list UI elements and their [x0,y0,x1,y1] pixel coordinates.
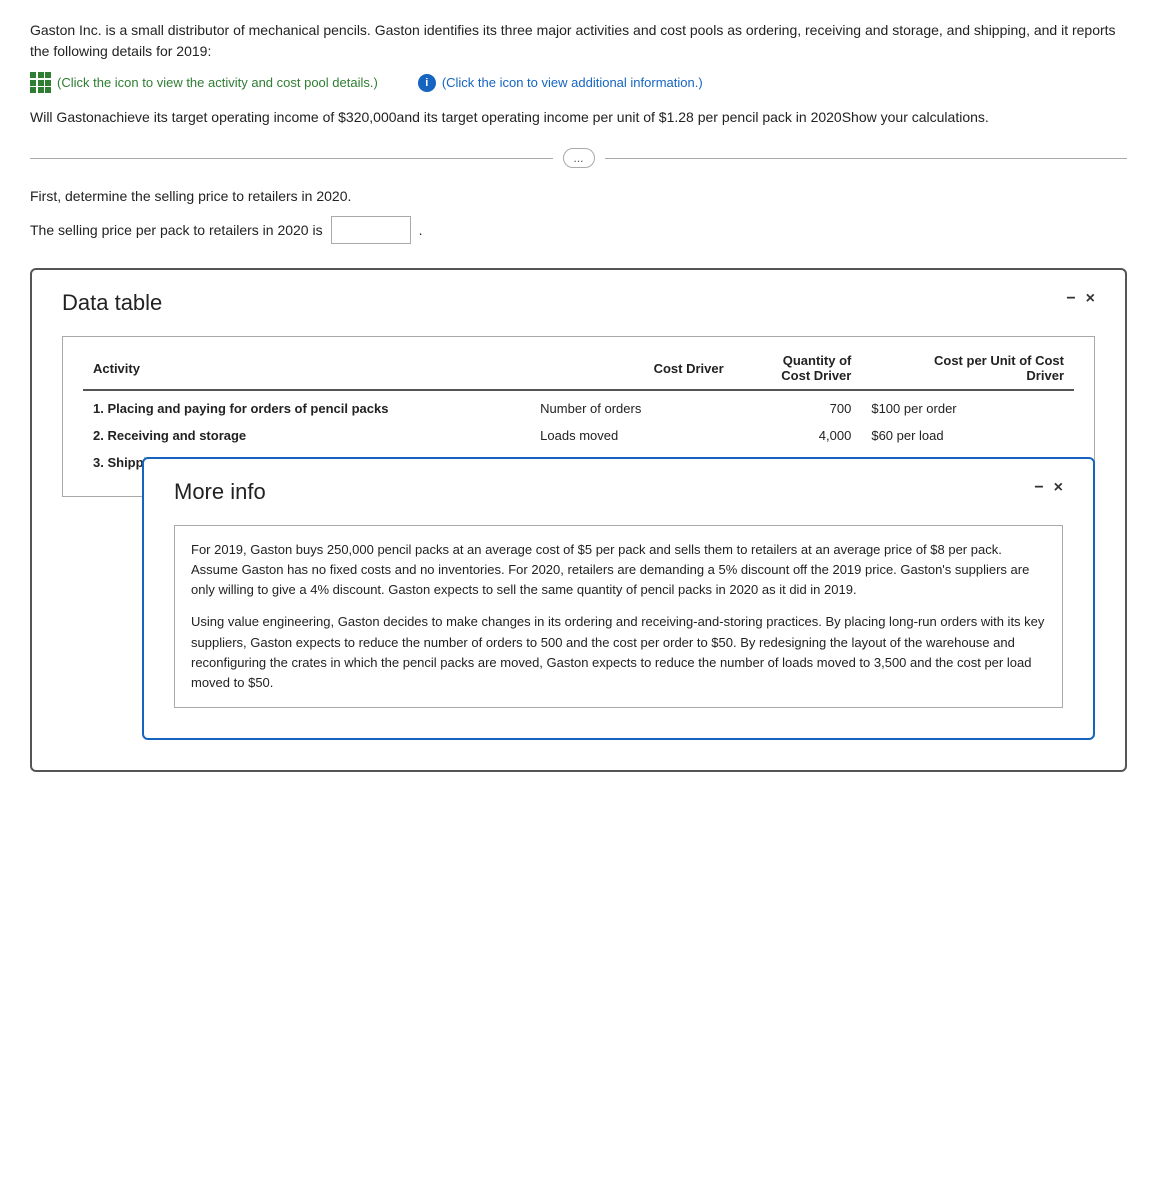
grid-icon-link[interactable]: (Click the icon to view the activity and… [30,72,378,93]
data-table-close-button[interactable]: × [1086,290,1095,308]
selling-price-input[interactable] [331,216,411,244]
question-text: Will Gastonachieve its target operating … [30,107,1127,128]
table-row: 2. Receiving and storage Loads moved 4,0… [83,422,1074,449]
icon-row: (Click the icon to view the activity and… [30,72,1127,93]
section-label: First, determine the selling price to re… [30,188,1127,204]
selling-price-suffix: . [419,222,423,238]
data-table-minimize-button[interactable]: − [1066,290,1075,308]
table-row: 1. Placing and paying for orders of penc… [83,390,1074,422]
divider-row: ... [30,148,1127,168]
cost-driver-1: Number of orders [530,390,734,422]
info-icon-label: (Click the icon to view additional infor… [442,75,703,90]
activity-2: 2. Receiving and storage [83,422,530,449]
more-info-modal: More info − × For 2019, Gaston buys 250,… [142,457,1095,740]
divider-left [30,158,553,159]
question-body: Will Gastonachieve its target operating … [30,109,989,125]
more-info-paragraph-1: For 2019, Gaston buys 250,000 pencil pac… [191,540,1046,600]
more-info-paragraph-2: Using value engineering, Gaston decides … [191,612,1046,693]
more-info-modal-controls: − × [1034,479,1063,497]
divider-right [605,158,1128,159]
data-table-modal: Data table − × Activity Cost Driver Quan… [30,268,1127,772]
cost-driver-2: Loads moved [530,422,734,449]
cost-per-unit-2: $60 per load [861,422,1074,449]
grid-icon[interactable] [30,72,51,93]
col-header-cost-per-unit: Cost per Unit of CostDriver [861,347,1074,390]
quantity-2: 4,000 [734,422,862,449]
more-info-minimize-button[interactable]: − [1034,479,1043,497]
selling-price-label: The selling price per pack to retailers … [30,222,323,238]
data-table-modal-title: Data table [62,290,162,316]
col-header-cost-driver: Cost Driver [530,347,734,390]
activity-2-text: 2. Receiving and storage [93,428,246,443]
more-info-modal-title: More info [174,479,266,505]
ellipsis-button[interactable]: ... [563,148,595,168]
activity-1: 1. Placing and paying for orders of penc… [83,390,530,422]
more-info-title-row: More info − × [174,479,1063,505]
more-info-close-button[interactable]: × [1054,479,1063,497]
intro-text: Gaston Inc. is a small distributor of me… [30,22,1116,59]
cost-per-unit-1: $100 per order [861,390,1074,422]
grid-icon-label: (Click the icon to view the activity and… [57,75,378,90]
quantity-1: 700 [734,390,862,422]
table-header-row: Activity Cost Driver Quantity ofCost Dri… [83,347,1074,390]
intro-paragraph: Gaston Inc. is a small distributor of me… [30,20,1127,62]
col-header-quantity: Quantity ofCost Driver [734,347,862,390]
modal-title-row: Data table − × [62,290,1095,316]
activity-1-text: 1. Placing and paying for orders of penc… [93,401,388,416]
more-info-content: For 2019, Gaston buys 250,000 pencil pac… [174,525,1063,708]
col-header-activity: Activity [83,347,530,390]
selling-price-row: The selling price per pack to retailers … [30,216,1127,244]
modal-controls: − × [1066,290,1095,308]
info-circle-icon[interactable]: i [418,74,436,92]
info-icon-link[interactable]: i (Click the icon to view additional inf… [418,74,703,92]
